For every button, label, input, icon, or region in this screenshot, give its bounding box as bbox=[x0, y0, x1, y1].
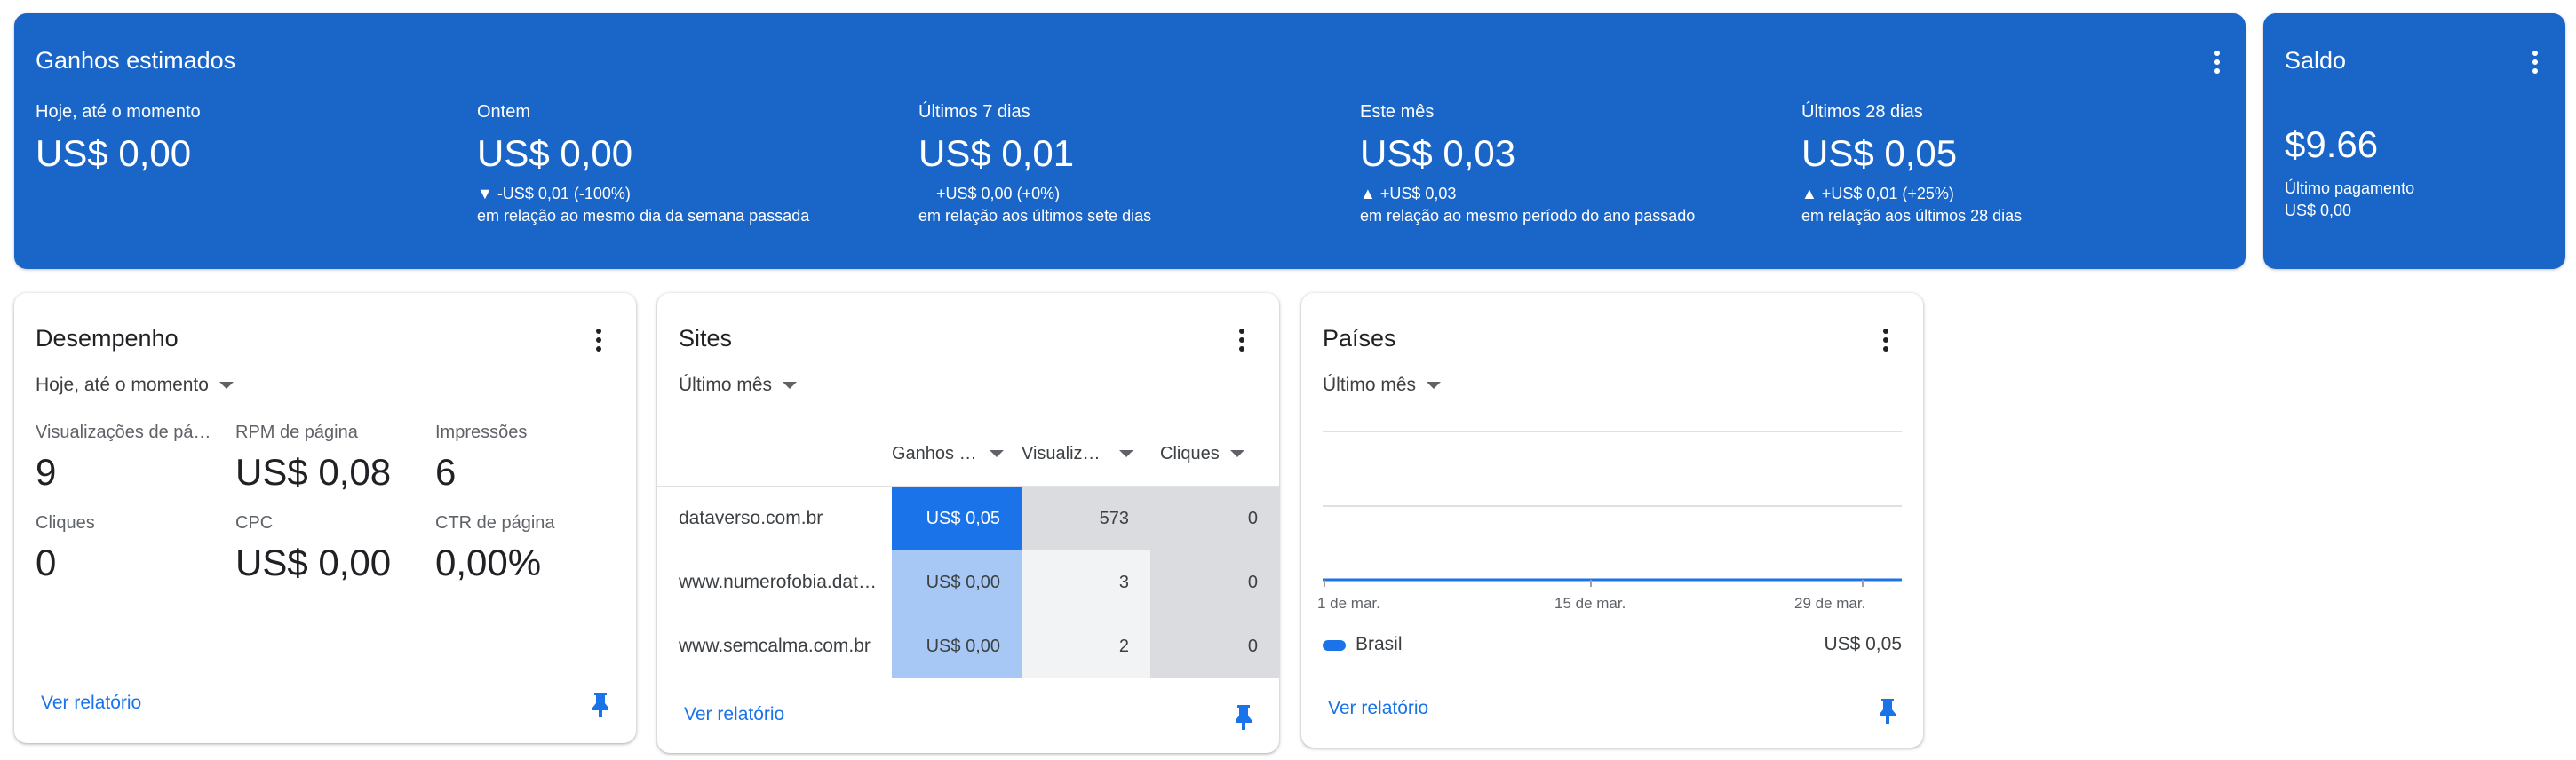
countries-more-icon[interactable] bbox=[1875, 327, 1896, 353]
period-label: Hoje, até o momento bbox=[36, 375, 209, 395]
chevron-down-icon bbox=[1427, 382, 1442, 390]
metric-value: US$ 0,08 bbox=[235, 451, 392, 493]
x-tick-label: 1 de mar. bbox=[1317, 595, 1380, 612]
pin-icon[interactable] bbox=[1233, 703, 1254, 732]
chevron-down-icon bbox=[219, 382, 234, 390]
metric-value: 6 bbox=[435, 451, 457, 493]
column-header-earnings[interactable]: Ganhos estimados bbox=[892, 422, 1007, 486]
chevron-down-icon bbox=[783, 382, 798, 390]
sites-card: Sites Último mês Ganhos estimados Visual… bbox=[657, 293, 1279, 753]
metric-label: Cliques bbox=[36, 513, 95, 533]
sites-title: Sites bbox=[679, 325, 733, 352]
clicks-cell: 0 bbox=[1150, 550, 1279, 614]
metric-label: Últimos 28 dias bbox=[1801, 102, 1923, 122]
earnings-card: Ganhos estimados Hoje, até o momento US$… bbox=[14, 13, 2246, 269]
earnings-cell: US$ 0,00 bbox=[892, 614, 1022, 678]
metric-value: US$ 0,00 bbox=[235, 542, 392, 583]
x-tick-label: 29 de mar. bbox=[1794, 595, 1866, 612]
metric-note: em relação aos últimos sete dias bbox=[918, 207, 1152, 225]
sites-period-dropdown[interactable]: Último mês bbox=[679, 375, 798, 396]
table-row[interactable]: www.numerofobia.dataverso.com.br US$ 0,0… bbox=[657, 550, 1279, 614]
table-row[interactable]: dataverso.com.br US$ 0,05 573 0 bbox=[657, 486, 1279, 550]
metric-note: em relação ao mesmo período do ano passa… bbox=[1360, 207, 1696, 225]
metric-note: em relação aos últimos 28 dias bbox=[1801, 207, 2023, 225]
pin-icon[interactable] bbox=[590, 691, 611, 719]
sites-report-link[interactable]: Ver relatório bbox=[684, 704, 784, 725]
metric-delta: +US$ 0,00 (+0%) bbox=[936, 185, 1061, 202]
metric-label: Impressões bbox=[435, 423, 528, 442]
legend-value: US$ 0,05 bbox=[1824, 634, 1902, 654]
performance-more-icon[interactable] bbox=[588, 327, 609, 353]
views-cell: 3 bbox=[1022, 550, 1150, 614]
metric-value: US$ 0,00 bbox=[477, 132, 633, 174]
clicks-cell: 0 bbox=[1150, 614, 1279, 678]
column-header-views[interactable]: Visualizações de página bbox=[1022, 422, 1137, 486]
metric-delta: ▼ -US$ 0,01 (-100%) bbox=[477, 185, 631, 202]
countries-card: Países Último mês 1 de mar. 15 de mar. 2… bbox=[1301, 293, 1923, 748]
countries-title: Países bbox=[1323, 325, 1396, 352]
chevron-down-icon bbox=[990, 450, 1004, 457]
metric-value: US$ 0,03 bbox=[1360, 132, 1516, 174]
metric-value: 9 bbox=[36, 451, 57, 493]
performance-card: Desempenho Hoje, até o momento Visualiza… bbox=[14, 293, 636, 743]
site-name: dataverso.com.br bbox=[679, 508, 823, 528]
balance-card: Saldo $9.66 Último pagamento US$ 0,00 bbox=[2263, 13, 2565, 269]
sites-table: Ganhos estimados Visualizações de página… bbox=[657, 422, 1279, 679]
metric-delta: ▲ +US$ 0,01 (+25%) bbox=[1801, 185, 1954, 202]
table-row[interactable]: www.semcalma.com.br US$ 0,00 2 0 bbox=[657, 614, 1279, 678]
period-label: Último mês bbox=[679, 375, 773, 395]
metric-label: Visualizações de página bbox=[36, 423, 213, 442]
metric-label: Hoje, até o momento bbox=[36, 102, 201, 122]
performance-title: Desempenho bbox=[36, 325, 179, 352]
site-name: www.semcalma.com.br bbox=[679, 636, 871, 656]
legend-item-brasil[interactable]: Brasil US$ 0,05 bbox=[1323, 634, 1902, 661]
last-payment-value: US$ 0,00 bbox=[2285, 202, 2352, 219]
metric-value: 0 bbox=[36, 542, 57, 583]
earnings-title: Ganhos estimados bbox=[36, 47, 236, 74]
column-header-clicks[interactable]: Cliques bbox=[1160, 422, 1276, 486]
earnings-cell: US$ 0,05 bbox=[892, 487, 1022, 550]
sites-more-icon[interactable] bbox=[1231, 327, 1252, 353]
balance-more-icon[interactable] bbox=[2524, 49, 2546, 75]
views-cell: 573 bbox=[1022, 487, 1150, 550]
performance-report-link[interactable]: Ver relatório bbox=[41, 693, 141, 714]
balance-title: Saldo bbox=[2285, 47, 2347, 74]
countries-line-chart bbox=[1323, 431, 1902, 587]
x-tick-label: 15 de mar. bbox=[1554, 595, 1626, 612]
site-name: www.numerofobia.dataverso.com.br bbox=[679, 572, 883, 592]
metric-delta: ▲ +US$ 0,03 bbox=[1360, 185, 1457, 202]
metric-label: CPC bbox=[235, 513, 274, 533]
balance-value: $9.66 bbox=[2285, 123, 2379, 165]
metric-label: Este mês bbox=[1360, 102, 1435, 122]
last-payment-label: Último pagamento bbox=[2285, 179, 2415, 197]
legend-swatch bbox=[1323, 640, 1346, 651]
countries-report-link[interactable]: Ver relatório bbox=[1328, 698, 1428, 719]
performance-period-dropdown[interactable]: Hoje, até o momento bbox=[36, 375, 234, 396]
clicks-cell: 0 bbox=[1150, 487, 1279, 550]
metric-value: US$ 0,05 bbox=[1801, 132, 1958, 174]
countries-period-dropdown[interactable]: Último mês bbox=[1323, 375, 1442, 396]
metric-label: Últimos 7 dias bbox=[918, 102, 1030, 122]
period-label: Último mês bbox=[1323, 375, 1417, 395]
metric-note: em relação ao mesmo dia da semana passad… bbox=[477, 207, 810, 225]
metric-label: CTR de página bbox=[435, 513, 555, 533]
metric-value: US$ 0,01 bbox=[918, 132, 1075, 174]
metric-label: Ontem bbox=[477, 102, 531, 122]
earnings-more-icon[interactable] bbox=[2206, 49, 2228, 75]
metric-label: RPM de página bbox=[235, 423, 358, 442]
chevron-down-icon bbox=[1119, 450, 1133, 457]
views-cell: 2 bbox=[1022, 614, 1150, 678]
metric-value: US$ 0,00 bbox=[36, 132, 192, 174]
legend-label: Brasil bbox=[1356, 634, 1403, 654]
metric-value: 0,00% bbox=[435, 542, 542, 583]
chevron-down-icon bbox=[1229, 450, 1244, 457]
earnings-cell: US$ 0,00 bbox=[892, 550, 1022, 614]
pin-icon[interactable] bbox=[1877, 697, 1898, 725]
